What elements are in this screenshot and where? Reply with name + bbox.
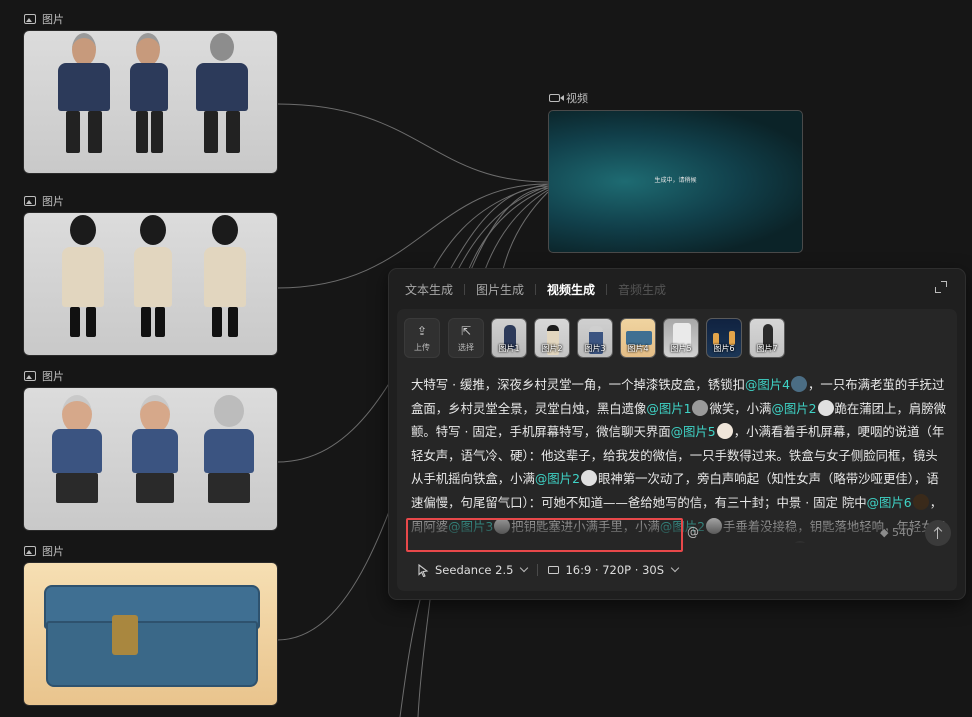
character-figure xyxy=(192,33,252,163)
divider xyxy=(537,564,539,576)
reference-image-2[interactable]: 图片2 xyxy=(534,318,570,358)
image-node-grandma[interactable] xyxy=(24,388,277,530)
image-mention: @图片2 xyxy=(534,471,580,487)
image-node-label: 图片 xyxy=(24,193,64,209)
mention-thumbnail xyxy=(580,470,597,487)
tab-video-generation[interactable]: 视频生成 xyxy=(547,281,595,298)
generation-settings-bar: Seedance 2.5 16:9 · 720P · 30S xyxy=(411,557,680,583)
settings-selector[interactable]: 16:9 · 720P · 30S xyxy=(548,563,680,577)
image-icon xyxy=(24,196,36,206)
character-figure xyxy=(128,395,182,520)
image-node-tin-box[interactable] xyxy=(24,563,277,705)
image-node-label: 图片 xyxy=(24,368,64,384)
tab-image-generation[interactable]: 图片生成 xyxy=(476,281,524,298)
video-camera-icon xyxy=(549,94,564,102)
box-clasp xyxy=(112,615,138,655)
mention-thumbnail xyxy=(817,399,834,416)
tab-divider xyxy=(606,284,608,295)
aspect-ratio-icon xyxy=(548,566,560,574)
highlight-box xyxy=(406,518,683,552)
character-figure xyxy=(200,215,250,345)
box-body xyxy=(46,621,258,687)
prompt-segment: 大特写 · 缓推，深夜乡村灵堂一角，一个掉漆铁皮盒，锈锁扣 xyxy=(411,377,745,392)
send-button[interactable] xyxy=(925,520,951,546)
character-figure xyxy=(200,395,258,520)
tab-bar: 文本生成 图片生成 视频生成 音频生成 xyxy=(405,281,666,298)
character-figure xyxy=(54,33,114,163)
credit-icon: ◆ xyxy=(880,526,889,539)
mention-button[interactable]: @ xyxy=(687,525,699,539)
image-mention: @图片4 xyxy=(744,377,791,392)
prompt-segment: 微笑，小满 xyxy=(709,400,772,416)
image-mention: @图片2 xyxy=(771,400,817,416)
reference-image-4[interactable]: 图片4 xyxy=(620,318,656,358)
video-node-label: 视频 xyxy=(549,90,588,106)
reference-image-6[interactable]: 图片6 xyxy=(706,318,742,358)
upload-icon: ⇪ xyxy=(416,324,428,338)
reference-image-3[interactable]: 图片3 xyxy=(577,318,613,358)
expand-icon[interactable] xyxy=(935,281,947,293)
cursor-icon xyxy=(418,563,429,577)
image-node-young-woman[interactable] xyxy=(24,213,277,355)
select-cursor-icon: ⇱ xyxy=(460,324,472,338)
tab-divider xyxy=(535,284,537,295)
select-button[interactable]: ⇱ 选择 xyxy=(448,318,484,358)
image-mention: @图片1 xyxy=(646,400,692,416)
image-node-old-man[interactable] xyxy=(24,31,277,173)
upload-button[interactable]: ⇪ 上传 xyxy=(404,318,440,358)
video-status-text: 生成中，请稍候 xyxy=(654,177,697,184)
image-icon xyxy=(24,14,36,24)
image-node-label: 图片 xyxy=(24,543,64,559)
generation-panel: 文本生成 图片生成 视频生成 音频生成 ⇪ 上传 ⇱ 选择 图片1 图片2 图片… xyxy=(388,268,966,600)
model-selector[interactable]: Seedance 2.5 xyxy=(411,563,529,577)
reference-image-5[interactable]: 图片5 xyxy=(663,318,699,358)
image-icon xyxy=(24,546,36,556)
credits-cost: ◆ 540 xyxy=(880,526,913,539)
image-mention: @图片5 xyxy=(670,424,716,440)
reference-image-1[interactable]: 图片1 xyxy=(491,318,527,358)
character-figure xyxy=(48,395,106,520)
reference-image-7[interactable]: 图片7 xyxy=(749,318,785,358)
image-node-label: 图片 xyxy=(24,11,64,27)
video-node-preview[interactable]: 生成中，请稍候 xyxy=(548,110,803,253)
image-icon xyxy=(24,371,36,381)
character-figure xyxy=(124,33,174,163)
tab-divider xyxy=(464,284,466,295)
tab-text-generation[interactable]: 文本生成 xyxy=(405,281,453,298)
character-figure xyxy=(130,215,176,345)
mention-thumbnail xyxy=(791,376,808,392)
chevron-down-icon xyxy=(520,563,529,573)
chevron-down-icon xyxy=(670,563,680,573)
character-figure xyxy=(58,215,108,345)
mention-thumbnail xyxy=(692,399,709,416)
mention-thumbnail xyxy=(716,423,733,440)
tab-audio-generation[interactable]: 音频生成 xyxy=(618,281,666,298)
